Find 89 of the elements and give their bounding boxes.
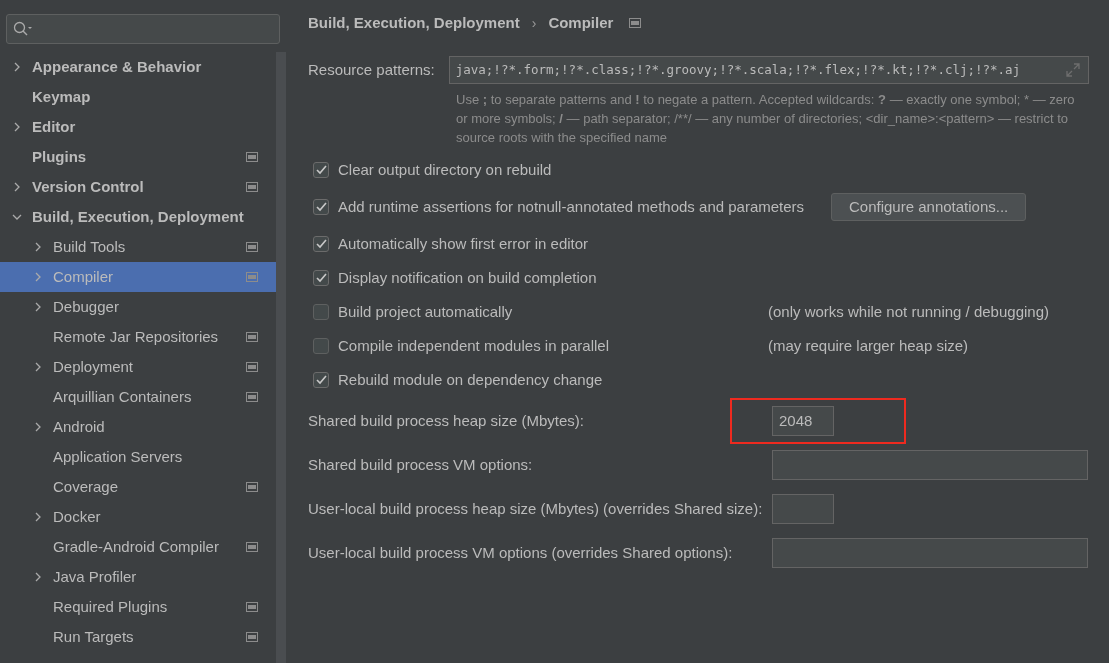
checkbox[interactable] <box>313 270 329 286</box>
tree-item-label: Application Servers <box>53 446 184 467</box>
tree-item-label: Debugger <box>53 296 120 317</box>
checkmark-icon <box>315 273 327 283</box>
tree-item-label: Plugins <box>32 146 88 167</box>
chevron-right-icon[interactable] <box>12 122 22 132</box>
checkbox[interactable] <box>313 372 329 388</box>
checkbox-label: Display notification on build completion <box>338 267 597 288</box>
tree-item[interactable]: Keymap <box>0 82 276 112</box>
chevron-right-icon[interactable] <box>33 302 43 312</box>
checkmark-icon <box>315 375 327 385</box>
checkbox[interactable] <box>313 304 329 320</box>
project-level-icon <box>629 18 642 28</box>
tree-item[interactable]: Deployment <box>0 352 276 382</box>
checkmark-icon <box>315 239 327 249</box>
chevron-right-icon[interactable] <box>33 242 43 252</box>
tree-item[interactable]: Application Servers <box>0 442 276 472</box>
breadcrumb-item: Build, Execution, Deployment <box>308 12 520 33</box>
chevron-right-icon[interactable] <box>33 512 43 522</box>
checkbox[interactable] <box>313 236 329 252</box>
field-label: User-local build process heap size (Mbytes) (overrides Shared size): <box>308 498 764 519</box>
search-icon <box>13 21 33 37</box>
text-field[interactable]: 2048 <box>772 406 834 436</box>
tree-item[interactable]: Appearance & Behavior <box>0 52 276 82</box>
chevron-right-icon[interactable] <box>33 422 43 432</box>
chevron-right-icon[interactable] <box>12 62 22 72</box>
tree-item-label: Arquillian Containers <box>53 386 193 407</box>
field-label: Shared build process heap size (Mbytes): <box>308 410 585 431</box>
option-note: (may require larger heap size) <box>768 335 969 356</box>
tree-item-label: Android <box>53 416 106 437</box>
tree-item[interactable]: Android <box>0 412 276 442</box>
checkbox-label: Build project automatically <box>338 301 513 322</box>
checkbox-label: Automatically show first error in editor <box>338 233 589 254</box>
scrollbar[interactable] <box>276 52 286 663</box>
breadcrumb-item: Compiler <box>548 12 614 33</box>
checkbox[interactable] <box>313 338 329 354</box>
tree-item[interactable]: Editor <box>0 112 276 142</box>
tree-item-label: Deployment <box>53 356 135 377</box>
tree-item[interactable]: Arquillian Containers <box>0 382 276 412</box>
tree-item-label: Coverage <box>53 476 120 497</box>
tree-item[interactable]: Remote Jar Repositories <box>0 322 276 352</box>
chevron-right-icon[interactable] <box>12 182 22 192</box>
text-field[interactable] <box>772 494 834 524</box>
tree-item-label: Version Control <box>32 176 145 197</box>
chevron-down-icon[interactable] <box>12 212 22 222</box>
tree-item[interactable]: Docker <box>0 502 276 532</box>
tree-item-label: Editor <box>32 116 77 137</box>
tree-item-label: Remote Jar Repositories <box>53 326 220 347</box>
help-text: Use ; to separate patterns and ! to negate a pattern. Accepted wildcards: ? — exactly one symbol; * — zero or more symbols; / — path separator; /**/ — any number of directories; <dir_name>:<pattern> — restrict to source roots with the specified name <box>456 91 1076 147</box>
tree-item[interactable]: Coverage <box>0 472 276 502</box>
tree-item-label: Gradle-Android Compiler <box>53 536 220 557</box>
tree-item[interactable]: Plugins <box>0 142 276 172</box>
tree-item-label: Required Plugins <box>53 596 169 617</box>
checkmark-icon <box>315 202 327 212</box>
tree-item[interactable]: Gradle-Android Compiler <box>0 532 276 562</box>
field-label: Resource patterns: <box>308 59 435 80</box>
configure-annotations-button[interactable]: Configure annotations... <box>831 193 1027 221</box>
search-field[interactable] <box>6 14 280 44</box>
tree-item-label: Compiler <box>53 266 114 287</box>
tree-item[interactable]: Version Control <box>0 172 276 202</box>
tree-item[interactable]: Required Plugins <box>0 592 276 622</box>
tree-item-label: Build, Execution, Deployment <box>32 206 245 227</box>
checkbox-label: Compile independent modules in parallel <box>338 335 609 356</box>
tree-item-label: Appearance & Behavior <box>32 56 203 77</box>
tree-item-label: Run Targets <box>53 626 135 647</box>
checkmark-icon <box>315 165 327 175</box>
text-field[interactable] <box>772 538 1088 568</box>
tree-item[interactable]: Java Profiler <box>0 562 276 592</box>
tree-item[interactable]: Build Tools <box>0 232 276 262</box>
checkbox[interactable] <box>313 162 329 178</box>
tree-item[interactable]: Run Targets <box>0 622 276 652</box>
chevron-right-icon[interactable] <box>33 572 43 582</box>
field-label: User-local build process VM options (overrides Shared options): <box>308 542 734 563</box>
checkbox-label: Add runtime assertions for notnull-annotated methods and parameters <box>338 196 805 217</box>
tree-item-label: Docker <box>53 506 102 527</box>
tree-item-label: Keymap <box>32 86 92 107</box>
checkbox-label: Rebuild module on dependency change <box>338 369 603 390</box>
tree-item[interactable]: Debugger <box>0 292 276 322</box>
option-note: (only works while not running / debugging) <box>768 301 1049 322</box>
field-label: Shared build process VM options: <box>308 454 534 475</box>
tree-item[interactable]: Build, Execution, Deployment <box>0 202 276 232</box>
tree-item-label: Java Profiler <box>53 566 138 587</box>
checkbox-label: Clear output directory on rebuild <box>338 159 552 180</box>
breadcrumb-separator: › <box>531 13 537 33</box>
tree-item-label: Build Tools <box>53 236 127 257</box>
resource-patterns-field[interactable]: java;!?*.form;!?*.class;!?*.groovy;!?*.scala;!?*.flex;!?*.kt;!?*.clj;!?*.aj <box>448 56 1089 84</box>
chevron-right-icon[interactable] <box>33 362 43 372</box>
checkbox[interactable] <box>313 199 329 215</box>
text-field[interactable] <box>772 450 1088 480</box>
